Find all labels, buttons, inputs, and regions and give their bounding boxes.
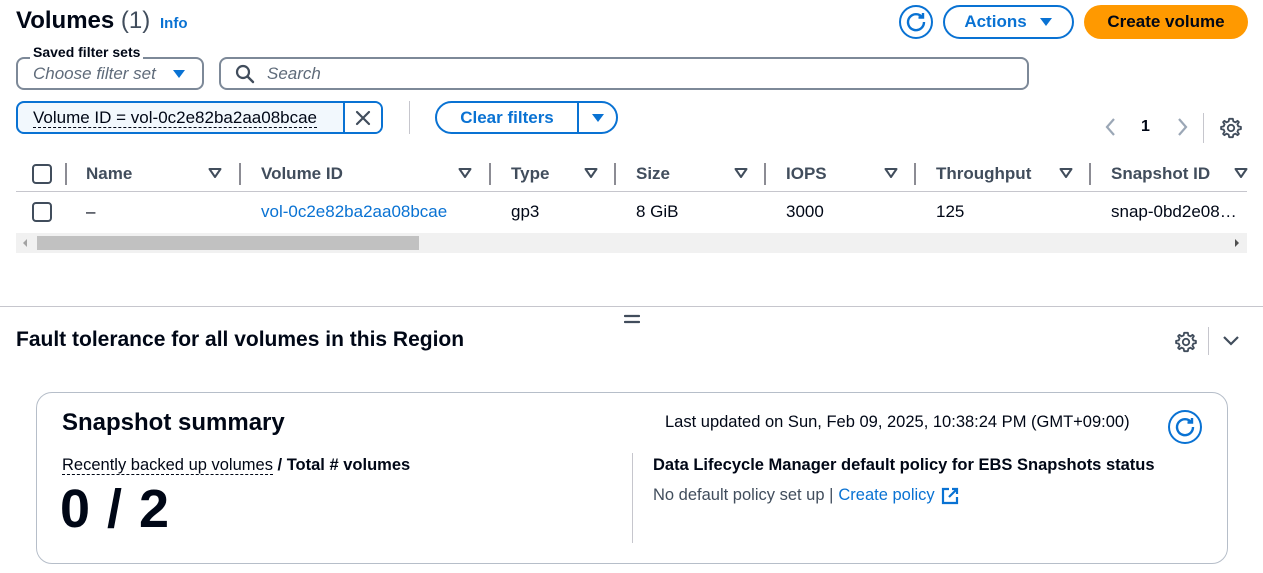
filter-token-label[interactable]: Volume ID = vol-0c2e82ba2aa08bcae <box>18 103 343 132</box>
metric-value: 0 / 2 <box>60 479 171 539</box>
column-separator <box>914 163 916 185</box>
gear-icon[interactable] <box>1175 331 1197 353</box>
clear-filters-button[interactable]: Clear filters <box>437 103 577 132</box>
chevron-down-icon[interactable] <box>1220 332 1242 350</box>
cell-name: – <box>86 202 96 221</box>
metric-label: Recently backed up volumes / Total # vol… <box>62 456 410 475</box>
column-header-volume-id[interactable]: Volume ID <box>261 163 343 185</box>
column-separator <box>614 163 616 185</box>
divider <box>1208 327 1209 355</box>
sort-caret-icon[interactable] <box>584 167 598 179</box>
divider <box>1203 113 1204 143</box>
sort-caret-icon[interactable] <box>458 167 472 179</box>
sort-caret-icon[interactable] <box>1234 167 1248 179</box>
column-separator <box>764 163 766 185</box>
page-title: Volumes (1) <box>16 7 150 35</box>
last-updated-text: Last updated on Sun, Feb 09, 2025, 10:38… <box>665 413 1130 431</box>
refresh-icon <box>1174 416 1196 438</box>
info-link[interactable]: Info <box>160 15 188 32</box>
column-header-size[interactable]: Size <box>636 163 670 185</box>
page-title-text: Volumes <box>16 7 115 34</box>
create-policy-link[interactable]: Create policy <box>838 486 958 505</box>
close-icon <box>355 110 371 126</box>
scrollbar-thumb[interactable] <box>37 236 419 250</box>
cell-size: 8 GiB <box>636 202 679 221</box>
column-header-snapshot-id[interactable]: Snapshot ID <box>1111 163 1210 185</box>
dlm-status-text: No default policy set up | <box>653 486 834 504</box>
split-panel-title: Fault tolerance for all volumes in this … <box>16 328 465 351</box>
search-input[interactable]: Search <box>219 57 1029 90</box>
column-separator <box>1089 163 1091 185</box>
column-header-name[interactable]: Name <box>86 163 132 185</box>
dlm-status: No default policy set up | Create policy <box>653 486 959 505</box>
create-policy-label: Create policy <box>838 486 935 504</box>
saved-filter-sets-label: Saved filter sets <box>30 44 144 60</box>
sort-caret-icon[interactable] <box>208 167 222 179</box>
column-header-throughput[interactable]: Throughput <box>936 163 1031 185</box>
clear-filters-split-button: Clear filters <box>435 101 618 134</box>
search-placeholder: Search <box>267 63 321 83</box>
saved-filter-sets-placeholder: Choose filter set <box>33 63 156 83</box>
saved-filter-sets-select[interactable]: Choose filter set <box>16 57 204 90</box>
actions-label: Actions <box>964 12 1027 31</box>
column-separator <box>239 163 241 185</box>
recently-backed-up-label[interactable]: Recently backed up volumes <box>62 456 273 475</box>
cell-iops: 3000 <box>786 202 824 221</box>
total-volumes-label: / Total # volumes <box>272 456 411 474</box>
filter-token: Volume ID = vol-0c2e82ba2aa08bcae <box>16 101 383 134</box>
caret-down-icon <box>591 113 605 123</box>
external-link-icon <box>941 487 959 505</box>
summary-refresh-button[interactable] <box>1168 410 1202 444</box>
scroll-right-icon[interactable] <box>1233 238 1241 248</box>
drag-handle-icon[interactable] <box>624 313 640 325</box>
dlm-status-title: Data Lifecycle Manager default policy fo… <box>653 456 1155 474</box>
snapshot-summary-title: Snapshot summary <box>62 409 285 436</box>
create-volume-button[interactable]: Create volume <box>1084 5 1248 39</box>
gear-icon[interactable] <box>1220 117 1242 139</box>
cell-throughput: 125 <box>936 202 965 221</box>
caret-down-icon <box>172 69 186 79</box>
cell-snapshot-id: snap-0bd2e08… <box>1111 202 1237 221</box>
scroll-left-icon[interactable] <box>21 238 29 248</box>
remove-filter-button[interactable] <box>343 103 381 132</box>
filter-token-text: Volume ID = vol-0c2e82ba2aa08bcae <box>33 107 318 128</box>
sort-caret-icon[interactable] <box>1059 167 1073 179</box>
column-header-type[interactable]: Type <box>511 163 549 185</box>
table-header-divider <box>16 191 1247 192</box>
clear-filters-dropdown-button[interactable] <box>577 103 616 132</box>
split-panel-border <box>0 306 1263 307</box>
chevron-left-icon[interactable] <box>1103 116 1119 138</box>
page-number[interactable]: 1 <box>1141 118 1150 136</box>
column-separator <box>65 163 67 185</box>
chevron-right-icon[interactable] <box>1174 116 1190 138</box>
cell-type: gp3 <box>511 202 540 221</box>
caret-down-icon <box>1039 17 1053 27</box>
actions-button[interactable]: Actions <box>943 5 1074 39</box>
sort-caret-icon[interactable] <box>734 167 748 179</box>
sort-caret-icon[interactable] <box>884 167 898 179</box>
refresh-button[interactable] <box>899 5 933 39</box>
volume-count: (1) <box>120 7 151 34</box>
refresh-icon <box>905 11 927 33</box>
cell-volume-id-link[interactable]: vol-0c2e82ba2aa08bcae <box>261 201 447 223</box>
row-checkbox[interactable] <box>32 202 52 222</box>
column-header-iops[interactable]: IOPS <box>786 163 827 185</box>
select-all-checkbox[interactable] <box>32 164 52 184</box>
divider <box>409 101 410 134</box>
card-column-divider <box>632 453 633 543</box>
search-icon <box>235 64 255 84</box>
column-separator <box>489 163 491 185</box>
